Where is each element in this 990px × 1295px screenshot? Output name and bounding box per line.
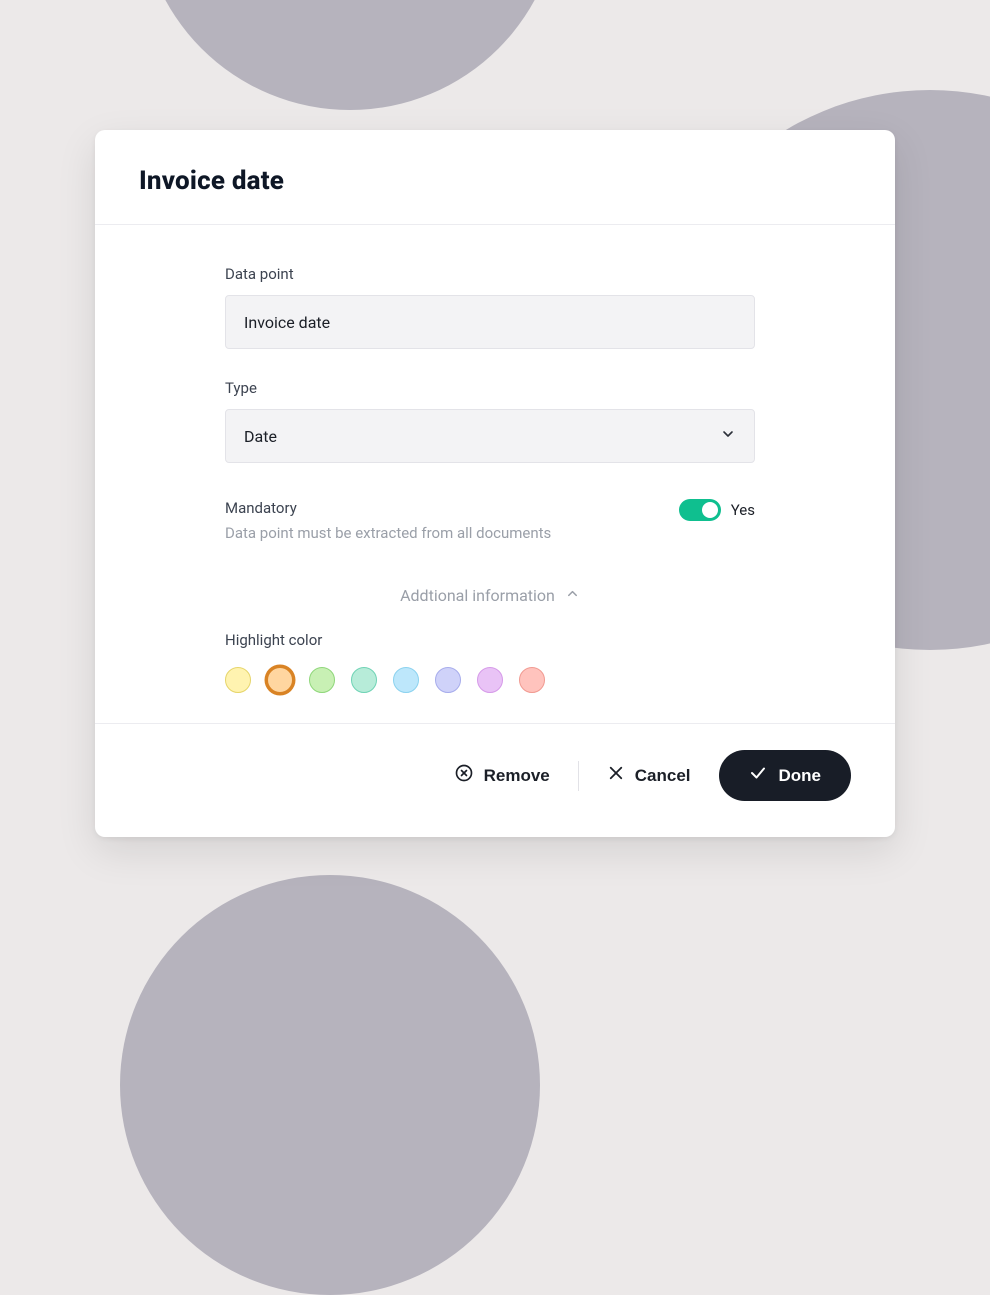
color-swatch-indigo[interactable] [435,667,461,693]
cancel-button[interactable]: Cancel [603,758,695,793]
mandatory-description: Data point must be extracted from all do… [225,523,551,544]
color-swatch-row [225,667,755,693]
close-circle-icon [454,763,474,788]
modal-footer: Remove Cancel Done [95,724,895,837]
check-icon [749,764,767,787]
type-select[interactable]: Date [225,409,755,463]
remove-button-label: Remove [484,766,550,786]
color-swatch-green[interactable] [309,667,335,693]
color-swatch-red[interactable] [519,667,545,693]
toggle-knob [702,502,718,518]
color-swatch-teal[interactable] [351,667,377,693]
data-point-label: Data point [225,265,755,283]
data-point-value: Invoice date [244,313,330,332]
chevron-down-icon [720,426,736,446]
modal-title: Invoice date [139,166,851,196]
color-swatch-blue[interactable] [393,667,419,693]
color-swatch-orange[interactable] [267,667,293,693]
additional-info-label: Addtional information [400,586,555,605]
type-label: Type [225,379,755,397]
color-swatch-purple[interactable] [477,667,503,693]
form-column: Data point Invoice date Type Date Mandat… [225,265,755,693]
done-button[interactable]: Done [719,750,852,801]
mandatory-toggle[interactable] [679,499,721,521]
divider [578,761,579,791]
mandatory-toggle-label: Yes [731,501,755,519]
data-point-group: Data point Invoice date [225,265,755,349]
chevron-up-icon [565,586,580,605]
data-point-input[interactable]: Invoice date [225,295,755,349]
type-value: Date [244,427,277,446]
modal-body: Data point Invoice date Type Date Mandat… [95,225,895,723]
mandatory-text: Mandatory Data point must be extracted f… [225,499,551,544]
background-shape [120,875,540,1295]
additional-info-toggle[interactable]: Addtional information [225,586,755,605]
highlight-color-label: Highlight color [225,631,755,649]
mandatory-toggle-wrap: Yes [679,499,755,521]
modal-header: Invoice date [95,130,895,224]
mandatory-group: Mandatory Data point must be extracted f… [225,493,755,544]
data-point-modal: Invoice date Data point Invoice date Typ… [95,130,895,837]
cancel-button-label: Cancel [635,766,691,786]
background-shape [140,0,560,110]
color-swatch-yellow[interactable] [225,667,251,693]
done-button-label: Done [779,766,822,786]
remove-button[interactable]: Remove [450,757,554,794]
type-group: Type Date [225,379,755,463]
highlight-color-group: Highlight color [225,631,755,693]
mandatory-label: Mandatory [225,499,551,517]
close-icon [607,764,625,787]
